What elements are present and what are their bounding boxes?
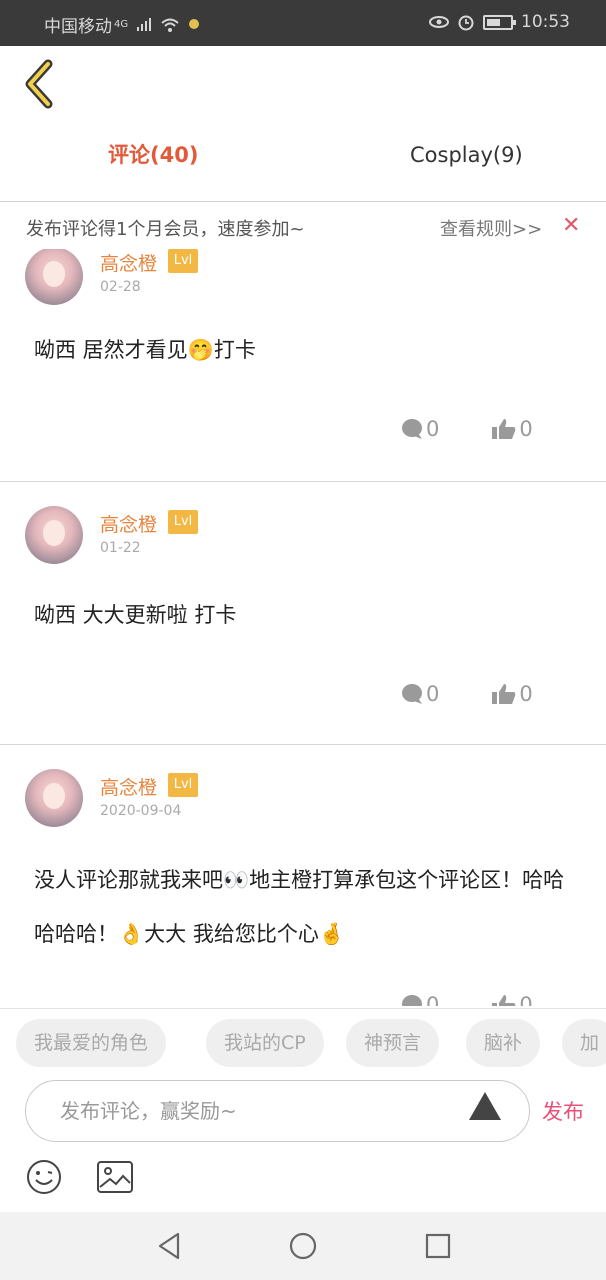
thumbs-up-icon: [492, 684, 516, 704]
tab-bar: 评论(40) Cosplay(9): [0, 120, 606, 202]
comment-actions: 0 0: [400, 417, 533, 441]
comment-input[interactable]: 发布评论，赢奖励~: [25, 1080, 530, 1142]
like-button[interactable]: 0: [491, 682, 533, 706]
network-label: 4G: [114, 19, 129, 30]
like-button[interactable]: 0: [491, 993, 533, 1006]
carrier-label: 中国移动: [44, 17, 112, 37]
comment-date: 2020-09-04: [100, 803, 182, 819]
tag-favorite-character[interactable]: 我最爱的角色: [16, 1019, 167, 1067]
back-triangle-icon[interactable]: [154, 1230, 186, 1262]
home-circle-icon[interactable]: [287, 1230, 319, 1262]
like-count: 0: [519, 993, 533, 1006]
status-right: 10:53: [429, 12, 570, 32]
avatar[interactable]: [25, 769, 83, 827]
comment-item: 高念橙 Lvl 2020-09-04 没人评论那就我来吧👀地主橙打算承包这个评论…: [0, 745, 606, 1006]
comment-icon: [402, 419, 422, 439]
tag-ship-cp[interactable]: 我站的CP: [206, 1019, 324, 1067]
system-nav-bar: [0, 1212, 606, 1280]
comment-icon: [402, 684, 422, 704]
like-count: 0: [519, 417, 533, 441]
reply-count: 0: [426, 417, 440, 441]
comment-username[interactable]: 高念橙: [100, 510, 157, 537]
level-badge: Lvl: [168, 510, 198, 534]
level-badge: Lvl: [168, 249, 198, 273]
like-count: 0: [519, 682, 533, 706]
comment-username[interactable]: 高念橙: [100, 773, 157, 800]
reply-button[interactable]: 0: [400, 682, 439, 706]
comment-content: 呦西 大大更新啦 打卡: [34, 603, 237, 627]
notice-text: 发布评论得1个月会员，速度参加~: [26, 219, 305, 240]
comment-item: 高念橙 Lvl 02-28 呦西 居然才看见🤭打卡 0 0: [0, 249, 606, 482]
signal-icon: [137, 17, 152, 31]
comment-input-row: 发布评论，赢奖励~ 发布: [0, 1078, 606, 1146]
reply-button[interactable]: 0: [400, 993, 439, 1006]
comment-list[interactable]: 高念橙 Lvl 02-28 呦西 居然才看见🤭打卡 0 0 高念橙 Lvl 01…: [0, 249, 606, 1006]
avatar[interactable]: [25, 249, 83, 305]
recents-square-icon[interactable]: [422, 1230, 454, 1262]
triangle-up-icon[interactable]: [468, 1090, 502, 1122]
tag-add[interactable]: 加: [562, 1019, 606, 1067]
thumbs-up-icon: [492, 995, 516, 1006]
emoji-icon[interactable]: [25, 1158, 63, 1196]
comment-username[interactable]: 高念橙: [100, 249, 157, 276]
notification-icon: [189, 18, 200, 29]
comment-date: 01-22: [100, 540, 141, 556]
comment-actions: 0 0: [400, 682, 533, 706]
clock: 10:53: [521, 12, 570, 32]
tag-bar: 我最爱的角色 我站的CP 神预言 脑补 加: [0, 1008, 606, 1076]
wifi-icon: [161, 18, 179, 32]
comment-date: 02-28: [100, 279, 141, 295]
alarm-icon: [458, 15, 474, 31]
reply-count: 0: [426, 993, 440, 1006]
thumbs-up-icon: [492, 419, 516, 439]
tag-headcanon[interactable]: 脑补: [466, 1019, 541, 1067]
battery-icon: [483, 14, 516, 30]
comment-item: 高念橙 Lvl 01-22 呦西 大大更新啦 打卡 0 0: [0, 482, 606, 745]
level-badge: Lvl: [168, 773, 198, 797]
comment-content: 呦西 居然才看见🤭打卡: [34, 338, 256, 362]
tag-prophecy[interactable]: 神预言: [346, 1019, 440, 1067]
chevron-left-icon: [25, 59, 53, 109]
notice-bar: 发布评论得1个月会员，速度参加~ 查看规则>> ✕: [0, 203, 606, 249]
publish-button[interactable]: 发布: [542, 1096, 584, 1126]
comment-icon: [402, 995, 422, 1006]
status-left: 中国移动 4G: [44, 12, 200, 37]
image-icon[interactable]: [96, 1160, 134, 1194]
tab-cosplay[interactable]: Cosplay(9): [410, 140, 523, 170]
like-button[interactable]: 0: [491, 417, 533, 441]
comment-actions: 0 0: [400, 993, 533, 1006]
close-icon[interactable]: ✕: [562, 213, 580, 238]
back-button[interactable]: [20, 58, 64, 110]
status-bar: 中国移动 4G 10:53: [0, 0, 606, 46]
rules-link[interactable]: 查看规则>>: [440, 215, 542, 241]
input-toolbar: [0, 1150, 606, 1208]
tab-comments[interactable]: 评论(40): [108, 140, 198, 170]
comment-content: 没人评论那就我来吧👀地主橙打算承包这个评论区！哈哈哈哈哈！👌大大 我给您比个心🤞: [34, 868, 565, 946]
reply-button[interactable]: 0: [400, 417, 439, 441]
eye-icon: [429, 16, 449, 28]
reply-count: 0: [426, 682, 440, 706]
avatar[interactable]: [25, 506, 83, 564]
